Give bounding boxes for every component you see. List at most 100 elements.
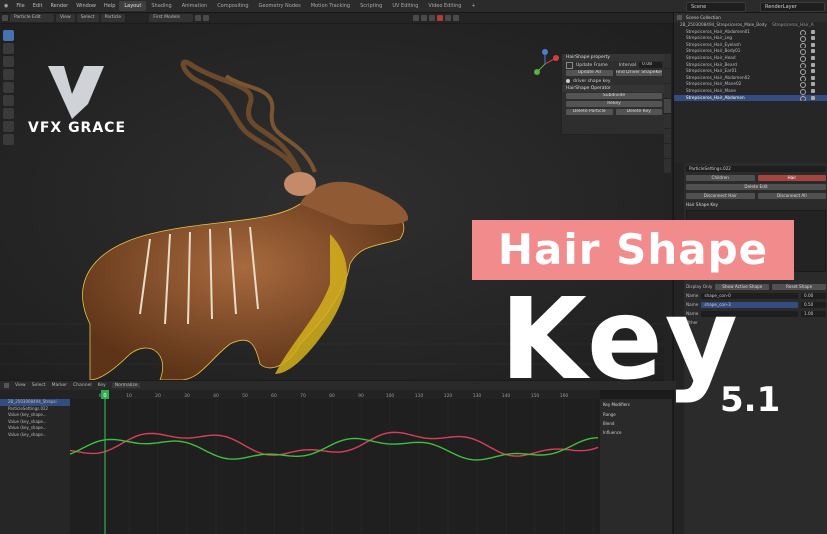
render-camera-icon[interactable] [811,82,815,87]
outliner-editor-icon[interactable] [677,15,682,20]
graph-menu-select[interactable]: Select [32,383,46,388]
outliner-item[interactable]: Strepsiceros_Hair_Head [674,55,827,62]
outliner-item[interactable]: Strepsiceros_Hair_Mane02 [674,81,827,88]
smooth-tool-icon[interactable] [3,69,14,80]
overlay-icon[interactable] [421,15,428,21]
delete-particle-button[interactable]: Delete Particle [566,109,613,115]
menu-render[interactable]: Render [46,3,72,9]
menu-edit[interactable]: Edit [29,3,47,9]
shading-solid-icon[interactable] [445,15,452,21]
comb-tool-icon[interactable] [3,56,14,67]
side-row-range[interactable]: Range [600,410,672,419]
scene-selector[interactable]: Scene [686,2,746,12]
record-icon[interactable] [437,15,444,21]
outliner-item[interactable]: Strepsiceros_Hair_Leg [674,35,827,42]
shape-value-2[interactable]: 1.00 [801,310,826,317]
menu-help[interactable]: Help [100,3,119,9]
outliner-item[interactable]: Strepsiceros_Hair_Eyelash [674,42,827,49]
xray-icon[interactable] [429,15,436,21]
outliner-item[interactable]: Strepsiceros_Hair_Abdomen02 [674,75,827,82]
tab-compositing[interactable]: Compositing [212,1,253,11]
delete-key-button[interactable]: Delete Key [615,109,662,115]
menu-window[interactable]: Window [72,3,100,9]
tab-paper[interactable] [664,144,671,158]
blender-logo-icon[interactable]: ◉ [0,3,12,9]
disconnect-all-button[interactable]: Disconnect All [757,192,826,199]
find-driver-shapekey-button[interactable]: Find Driver ShapeKey [615,70,662,76]
tab-scripting[interactable]: Scripting [355,1,387,11]
disconnect-hair-button[interactable]: Disconnect Hair [686,192,755,199]
hair-button[interactable]: Hair [757,174,826,181]
rekey-button[interactable]: Rekey [566,101,662,107]
render-camera-icon[interactable] [811,49,815,54]
shape-value-0[interactable]: 0.00 [801,292,826,299]
render-camera-icon[interactable] [811,29,815,34]
tab-hairshape[interactable] [664,99,671,113]
cut-tool-icon[interactable] [3,121,14,132]
outliner-item[interactable]: Strepsiceros_Hair_Ear01 [674,68,827,75]
tab-geometry-nodes[interactable]: Geometry Nodes [254,1,306,11]
tab-animation[interactable]: Animation [177,1,213,11]
tab-item[interactable] [664,54,671,68]
visibility-eye-icon[interactable] [800,95,806,102]
update-frame-checkbox[interactable] [566,61,573,69]
graph-menu-marker[interactable]: Marker [52,383,68,388]
render-camera-icon[interactable] [811,36,815,41]
tab-shading[interactable]: Shading [146,1,176,11]
graph-editor-icon[interactable] [4,383,9,388]
tab-uv-editing[interactable]: UV Editing [387,1,423,11]
cursor-tool-icon[interactable] [3,43,14,54]
render-camera-icon[interactable] [811,62,815,67]
graph-area[interactable] [0,399,600,534]
outliner-item[interactable]: Strepsiceros_Hair_Mane [674,88,827,95]
render-camera-icon[interactable] [811,42,815,47]
tab-tool[interactable] [664,69,671,83]
menu-particle[interactable]: Particle [100,14,126,22]
outliner-item[interactable]: Strepsiceros_Hair_Beard [674,62,827,69]
render-camera-icon[interactable] [811,88,815,93]
reset-shape-button[interactable]: Reset Shape [772,283,827,290]
graph-menu-channel[interactable]: Channel [73,383,91,388]
side-row-influence[interactable]: Influence [600,428,672,437]
outliner-item[interactable]: Strepsiceros_Hair_Body01 [674,48,827,55]
normalize-toggle[interactable]: Normalize [111,383,141,388]
channel-row[interactable]: Value (key_shape... [0,432,70,439]
tab-motion-tracking[interactable]: Motion Tracking [306,1,355,11]
snap-icon[interactable] [195,15,202,21]
tab-layout[interactable]: Layout [119,1,147,11]
tab-animation[interactable] [664,129,671,143]
weight-tool-icon[interactable] [3,134,14,145]
shading-selector[interactable]: First Models [149,14,194,22]
select-tool-icon[interactable] [3,30,14,41]
add-workspace-icon[interactable]: + [466,1,480,11]
graph-menu-view[interactable]: View [15,383,26,388]
shading-material-icon[interactable] [453,15,460,21]
render-camera-icon[interactable] [811,69,815,74]
hair-shape-key-section[interactable]: Hair Shape Key [686,202,718,207]
puff-tool-icon[interactable] [3,108,14,119]
menu-file[interactable]: File [12,3,28,9]
proportional-icon[interactable] [203,15,210,21]
tab-video-editing[interactable]: Video Editing [423,1,466,11]
interval-field[interactable]: 0.08 [639,62,662,68]
delete-edit-button[interactable]: Delete Edit [686,183,826,190]
length-tool-icon[interactable] [3,95,14,106]
editor-type-icon[interactable] [2,15,8,21]
graph-menu-key[interactable]: Key [98,383,106,388]
outliner-item-body[interactable]: 2B_2503008494_Strepsiceros_Male_Body Str… [674,22,827,29]
menu-view[interactable]: View [56,14,75,22]
render-camera-icon[interactable] [811,55,815,60]
tab-edit[interactable] [664,114,671,128]
children-button[interactable]: Children [686,174,755,181]
render-camera-icon[interactable] [811,75,815,80]
tab-tools[interactable] [664,159,671,173]
menu-select[interactable]: Select [76,14,99,22]
view-layer-selector[interactable]: RenderLayer [760,2,825,12]
section-hairshape-property[interactable]: HairShape property [562,54,666,61]
shape-value-1[interactable]: 0.50 [801,301,826,308]
section-hairshape-operator[interactable]: HairShape Operator [562,85,666,92]
subdivide-button[interactable]: Subdivide [566,93,662,99]
select-mode-icon[interactable] [413,15,420,21]
particle-settings-field[interactable]: ParticleSettings.022 [686,165,826,172]
outliner-item[interactable]: Strepsiceros_Hair_Abdomen [674,94,827,102]
